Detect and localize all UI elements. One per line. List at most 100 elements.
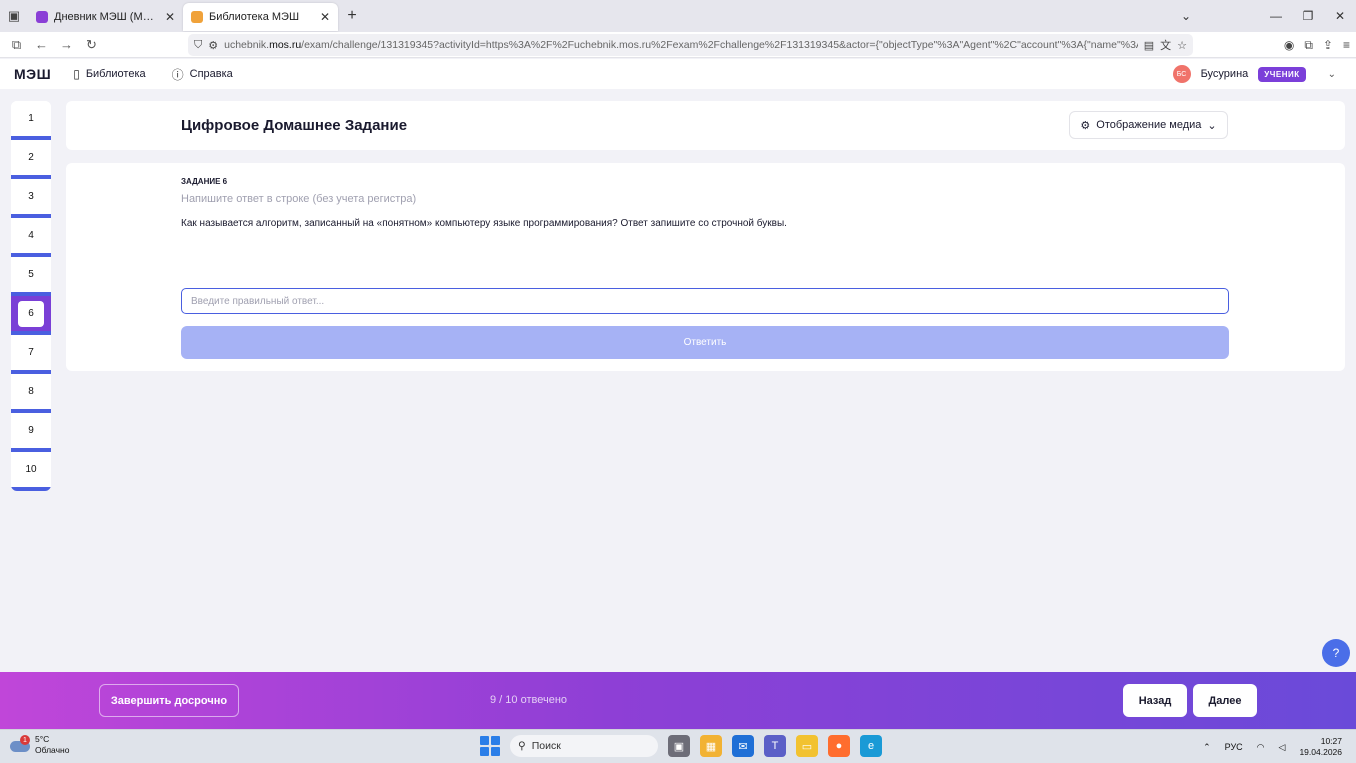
diary-favicon-icon <box>36 11 48 23</box>
nav-help[interactable]: ⓘ Справка <box>172 66 233 83</box>
browser-tab-library[interactable]: Библиотека МЭШ ✕ <box>183 3 338 31</box>
question-nav-item-3[interactable]: 3 <box>11 179 51 218</box>
shield-icon[interactable]: ⛉ <box>194 39 202 52</box>
close-tab-icon[interactable]: ✕ <box>165 10 175 24</box>
translate-icon[interactable]: 文 <box>1160 37 1171 53</box>
question-number: 3 <box>28 191 34 202</box>
back-arrow-icon[interactable]: ← <box>29 37 54 52</box>
chevron-down-icon: ⌄ <box>1207 119 1217 132</box>
question-nav-item-9[interactable]: 9 <box>11 413 51 452</box>
reload-icon[interactable]: ↻ <box>79 37 104 53</box>
file-explorer-icon[interactable]: ▭ <box>796 735 818 757</box>
nav-library[interactable]: ▯ Библиотека <box>73 67 145 81</box>
tray-chevron-up-icon[interactable]: ⌃ <box>1203 742 1211 753</box>
question-nav-item-1[interactable]: 1 <box>11 101 51 140</box>
address-bar[interactable]: ⛉ ⚙ uchebnik.mos.ru/exam/challenge/13131… <box>188 34 1193 56</box>
mesh-logo[interactable]: МЭШ <box>14 66 51 82</box>
submit-answer-button[interactable]: Ответить <box>181 326 1229 359</box>
teams-icon[interactable]: T <box>764 735 786 757</box>
task-label: ЗАДАНИЕ 6 <box>181 177 228 186</box>
question-number: 10 <box>25 464 37 475</box>
menu-icon[interactable]: ≡ <box>1343 38 1350 52</box>
new-tab-icon[interactable]: + <box>338 7 366 25</box>
question-nav-item-5[interactable]: 5 <box>11 257 51 296</box>
cloud-icon: 1 <box>10 735 30 752</box>
taskbar-search-label: Поиск <box>531 740 561 752</box>
role-badge: УЧЕНИК <box>1258 66 1306 82</box>
account-icon[interactable]: ◉ <box>1284 38 1294 52</box>
clock-date: 19.04.2026 <box>1299 747 1342 757</box>
question-number: 6 <box>18 300 44 327</box>
question-nav-item-10[interactable]: 10 <box>11 452 51 491</box>
edge-icon[interactable]: e <box>860 735 882 757</box>
windows-start-icon[interactable] <box>480 736 500 756</box>
question-number: 8 <box>28 386 34 397</box>
tab-overflow-chevron-icon[interactable]: ⌄ <box>1170 9 1202 23</box>
volume-icon[interactable]: ◁ <box>1279 742 1286 753</box>
task-card: ЗАДАНИЕ 6 Напишите ответ в строке (без у… <box>66 163 1345 371</box>
site-settings-icon[interactable]: ⚙ <box>208 39 218 52</box>
url-text[interactable]: uchebnik.mos.ru/exam/challenge/131319345… <box>224 39 1138 51</box>
tab-list-icon[interactable]: ▣ <box>0 0 28 32</box>
clock[interactable]: 10:27 19.04.2026 <box>1299 736 1342 758</box>
task-question: Как называется алгоритм, записанный на «… <box>181 218 787 229</box>
footer-bar: Завершить досрочно 9 / 10 отвечено Назад… <box>0 672 1356 729</box>
wifi-icon[interactable]: ◠ <box>1257 742 1265 753</box>
tab-title: Дневник МЭШ (Московская э/ <box>54 11 159 23</box>
question-nav: 1 2 3 4 5 6 7 8 9 10 <box>11 101 51 491</box>
store-icon[interactable]: ▦ <box>700 735 722 757</box>
next-button[interactable]: Далее <box>1193 684 1257 717</box>
question-nav-item-6[interactable]: 6 <box>11 296 51 335</box>
title-card: Цифровое Домашнее Задание ⚙ Отображение … <box>66 101 1345 150</box>
question-nav-item-8[interactable]: 8 <box>11 374 51 413</box>
mail-icon[interactable]: ✉ <box>732 735 754 757</box>
browser-nav-bar: ⧉ ← → ↻ ⛉ ⚙ uchebnik.mos.ru/exam/challen… <box>0 32 1356 58</box>
question-number: 7 <box>28 347 34 358</box>
answer-input[interactable] <box>181 288 1229 314</box>
weather-temperature: 5°C <box>35 734 50 744</box>
language-indicator[interactable]: РУС <box>1225 742 1243 752</box>
question-nav-item-7[interactable]: 7 <box>11 335 51 374</box>
firefox-icon[interactable]: ● <box>828 735 850 757</box>
page-title: Цифровое Домашнее Задание <box>181 117 408 134</box>
media-display-dropdown[interactable]: ⚙ Отображение медиа ⌄ <box>1069 111 1228 139</box>
question-number: 4 <box>28 230 34 241</box>
browser-toolbar-right: ◉ ⧉ ⇪ ≡ <box>1284 32 1350 58</box>
question-nav-item-4[interactable]: 4 <box>11 218 51 257</box>
bookmark-star-icon[interactable]: ☆ <box>1177 39 1187 52</box>
clock-time: 10:27 <box>1320 736 1342 746</box>
avatar: БС <box>1172 65 1191 83</box>
forward-arrow-icon[interactable]: → <box>54 37 79 52</box>
search-icon: ⚲ <box>518 740 526 752</box>
book-icon: ▯ <box>73 67 80 81</box>
media-display-label: Отображение медиа <box>1096 119 1202 131</box>
nav-help-label: Справка <box>189 68 233 80</box>
browser-tab-bar: ▣ Дневник МЭШ (Московская э/ ✕ Библиотек… <box>0 0 1356 32</box>
taskbar-apps: ⚲ Поиск ▣ ▦ ✉ T ▭ ● e <box>480 735 882 757</box>
minimize-icon[interactable]: — <box>1260 9 1292 23</box>
back-button[interactable]: Назад <box>1123 684 1187 717</box>
close-tab-icon[interactable]: ✕ <box>320 10 330 24</box>
taskbar-search[interactable]: ⚲ Поиск <box>510 735 658 757</box>
help-button[interactable]: ? <box>1322 639 1350 667</box>
task-view-icon[interactable]: ▣ <box>668 735 690 757</box>
sidebar-toggle-icon[interactable]: ⧉ <box>4 37 29 53</box>
user-menu[interactable]: БС Бусурина УЧЕНИК ⌄ <box>1172 59 1336 89</box>
close-window-icon[interactable]: ✕ <box>1324 9 1356 23</box>
window-controls: ⌄ — ❐ ✕ <box>1170 0 1356 32</box>
user-name: Бусурина <box>1200 68 1249 80</box>
question-number: 2 <box>28 152 34 163</box>
progress-status: 9 / 10 отвечено <box>490 694 568 706</box>
question-number: 5 <box>28 269 34 280</box>
browser-tab-diary[interactable]: Дневник МЭШ (Московская э/ ✕ <box>28 3 183 31</box>
question-nav-item-2[interactable]: 2 <box>11 140 51 179</box>
weather-widget[interactable]: 1 5°C Облачно <box>10 734 69 756</box>
question-number: 1 <box>28 113 34 124</box>
chevron-down-icon[interactable]: ⌄ <box>1328 69 1336 80</box>
finish-early-button[interactable]: Завершить досрочно <box>99 684 239 717</box>
maximize-icon[interactable]: ❐ <box>1292 9 1324 23</box>
weather-condition: Облачно <box>35 745 70 755</box>
extensions-icon[interactable]: ⧉ <box>1304 38 1313 53</box>
share-icon[interactable]: ⇪ <box>1323 38 1333 52</box>
reader-view-icon[interactable]: ▤ <box>1144 39 1154 52</box>
